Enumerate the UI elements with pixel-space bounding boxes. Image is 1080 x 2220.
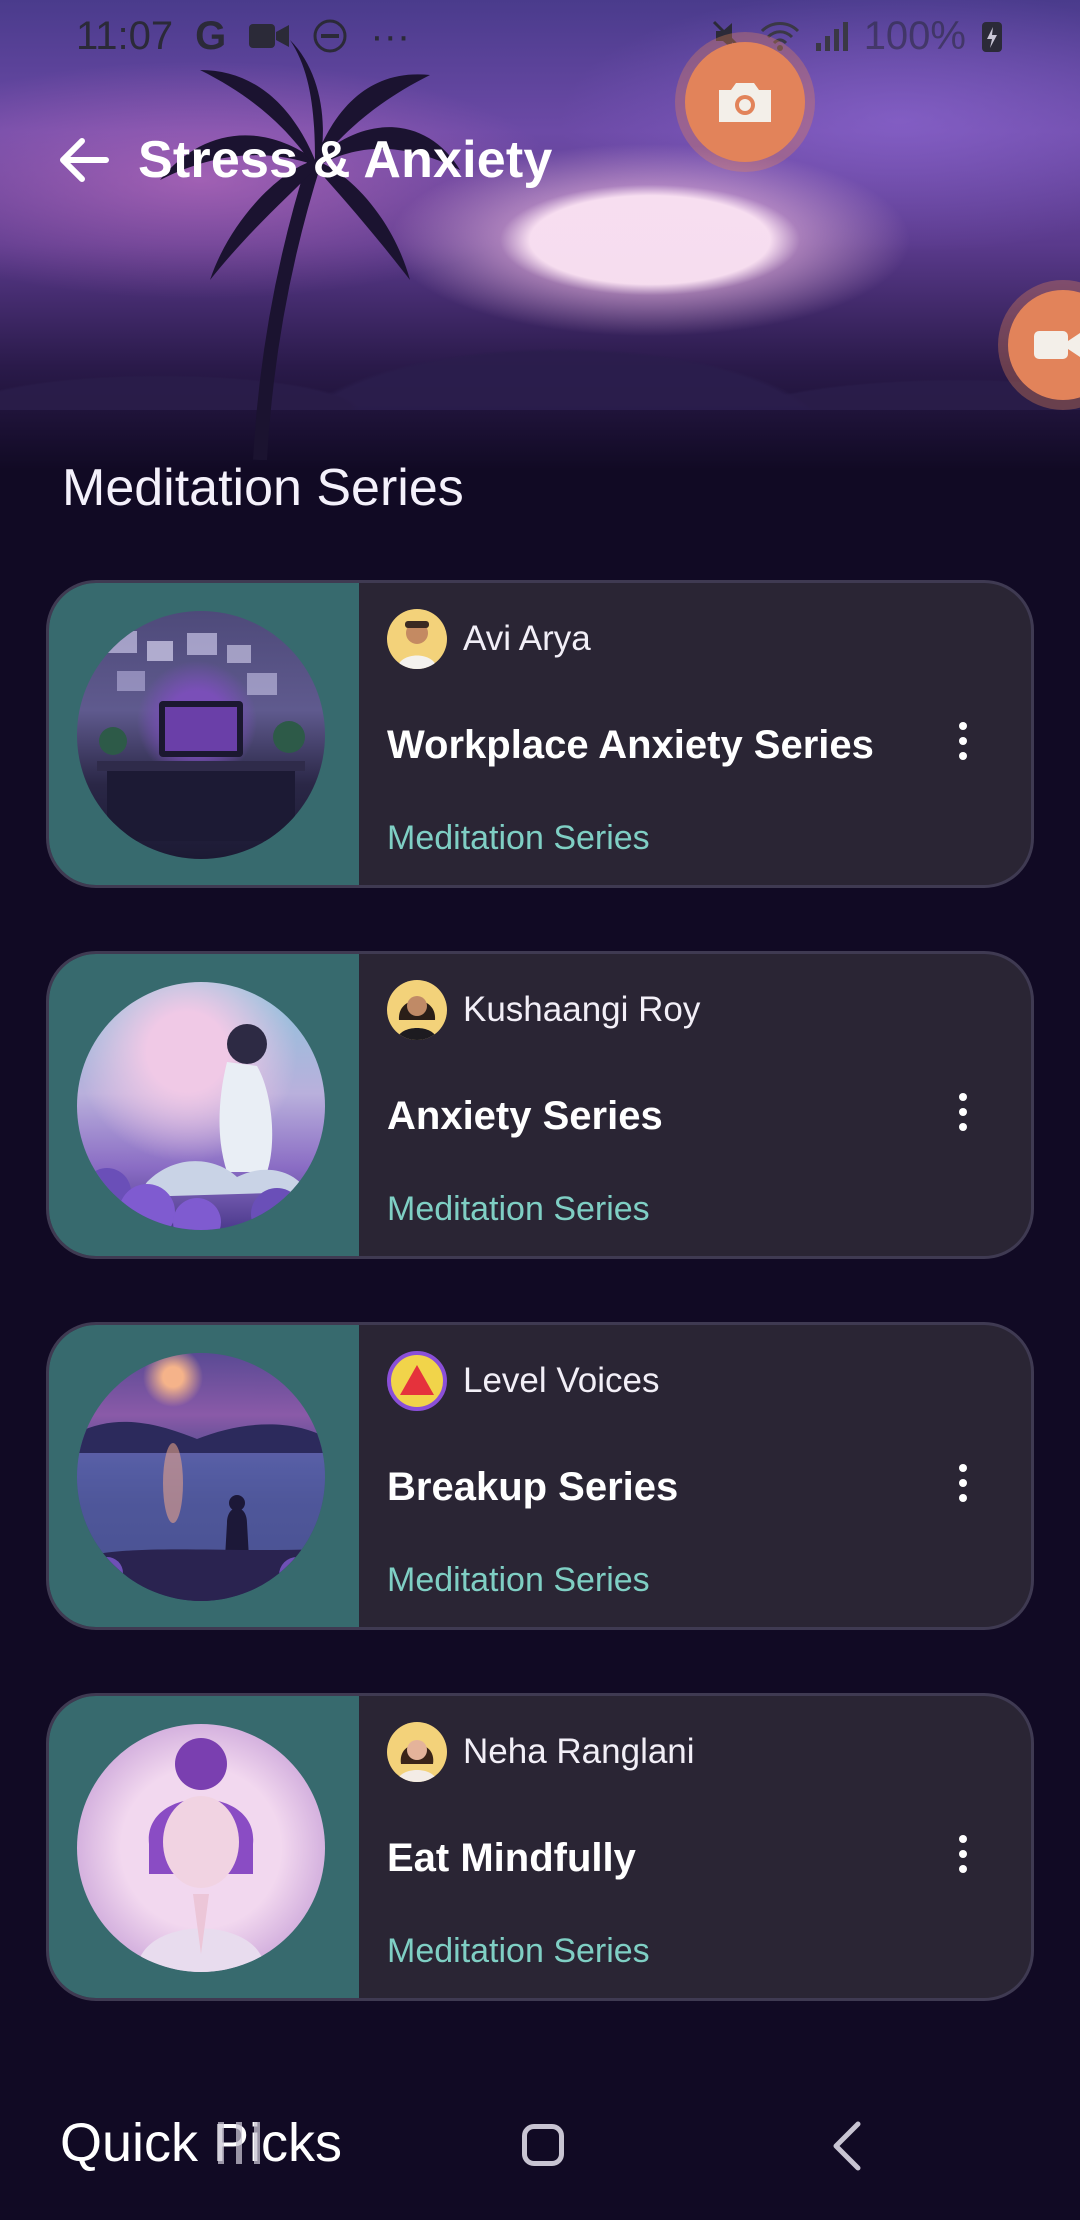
more-options-button[interactable] (951, 711, 975, 771)
google-icon: G (195, 13, 227, 58)
series-thumbnail (77, 982, 325, 1230)
recent-apps-button[interactable] (218, 2122, 260, 2164)
person-avatar-icon (397, 1740, 437, 1782)
thumbnail-pane (49, 1696, 359, 1998)
author-row: Avi Arya (387, 609, 591, 669)
more-vertical-icon (959, 1464, 967, 1472)
series-thumbnail (77, 611, 325, 859)
series-type: Meditation Series (387, 1932, 650, 1970)
series-card[interactable]: Neha Ranglani Eat Mindfully Meditation S… (46, 1693, 1034, 2001)
status-time: 11:07 (76, 13, 174, 58)
video-call-icon (249, 24, 290, 48)
series-type: Meditation Series (387, 1190, 650, 1228)
person-avatar-icon (397, 996, 437, 1040)
author-name: Avi Arya (463, 619, 591, 658)
author-avatar (387, 1722, 447, 1782)
camera-icon (719, 83, 771, 122)
series-title: Workplace Anxiety Series (387, 723, 874, 767)
more-vertical-icon (959, 722, 967, 730)
more-vertical-icon (959, 1835, 967, 1843)
series-card[interactable]: Avi Arya Workplace Anxiety Series Medita… (46, 580, 1034, 888)
series-title: Eat Mindfully (387, 1836, 636, 1880)
series-title: Breakup Series (387, 1465, 679, 1509)
video-icon (1034, 331, 1080, 359)
level-voices-logo-icon (400, 1365, 434, 1395)
series-card[interactable]: Kushaangi Roy Anxiety Series Meditation … (46, 951, 1034, 1259)
more-options-button[interactable] (951, 1082, 975, 1142)
person-avatar-icon (397, 621, 437, 669)
chevron-left-icon (833, 2121, 861, 2171)
series-card[interactable]: Level Voices Breakup Series Meditation S… (46, 1322, 1034, 1630)
home-button[interactable] (522, 2124, 564, 2166)
do-not-disturb-icon (313, 19, 347, 53)
meditating-person-illustration (83, 1024, 307, 1230)
thumbnail-pane (49, 954, 359, 1256)
quick-picks-heading: Quick Picks (60, 2113, 343, 2173)
author-avatar (387, 609, 447, 669)
author-name: Neha Ranglani (463, 1732, 695, 1771)
author-avatar (387, 980, 447, 1040)
back-button[interactable] (56, 132, 112, 188)
series-thumbnail (77, 1353, 325, 1601)
author-name: Level Voices (463, 1361, 660, 1400)
section-title: Meditation Series (62, 459, 464, 517)
desk-illustration (97, 631, 305, 841)
system-back-button[interactable] (830, 2120, 864, 2177)
palm-tree-illustration (160, 40, 460, 460)
lake-illustration (77, 1421, 325, 1601)
top-bar: Stress & Anxiety (56, 130, 553, 190)
author-row: Kushaangi Roy (387, 980, 700, 1040)
series-thumbnail (77, 1724, 325, 1972)
thumbnail-pane (49, 1325, 359, 1627)
author-avatar (387, 1351, 447, 1411)
more-notifications-icon: ··· (370, 13, 411, 58)
recent-apps-icon (218, 2122, 224, 2164)
author-row: Neha Ranglani (387, 1722, 695, 1782)
camera-floating-button[interactable] (685, 42, 805, 162)
battery-percent: 100% (863, 13, 966, 58)
page-title: Stress & Anxiety (138, 131, 553, 189)
more-vertical-icon (959, 1093, 967, 1101)
series-type: Meditation Series (387, 1561, 650, 1599)
praying-woman-illustration (137, 1738, 265, 1972)
signal-icon (815, 22, 848, 51)
battery-charging-icon (982, 22, 1002, 52)
arrow-left-icon (60, 138, 109, 182)
author-name: Kushaangi Roy (463, 990, 701, 1029)
status-bar: 11:07 G ··· 100% (0, 0, 1080, 72)
thumbnail-pane (49, 583, 359, 885)
series-title: Anxiety Series (387, 1094, 663, 1138)
author-row: Level Voices (387, 1351, 660, 1411)
more-options-button[interactable] (951, 1824, 975, 1884)
more-options-button[interactable] (951, 1453, 975, 1513)
series-type: Meditation Series (387, 819, 650, 857)
